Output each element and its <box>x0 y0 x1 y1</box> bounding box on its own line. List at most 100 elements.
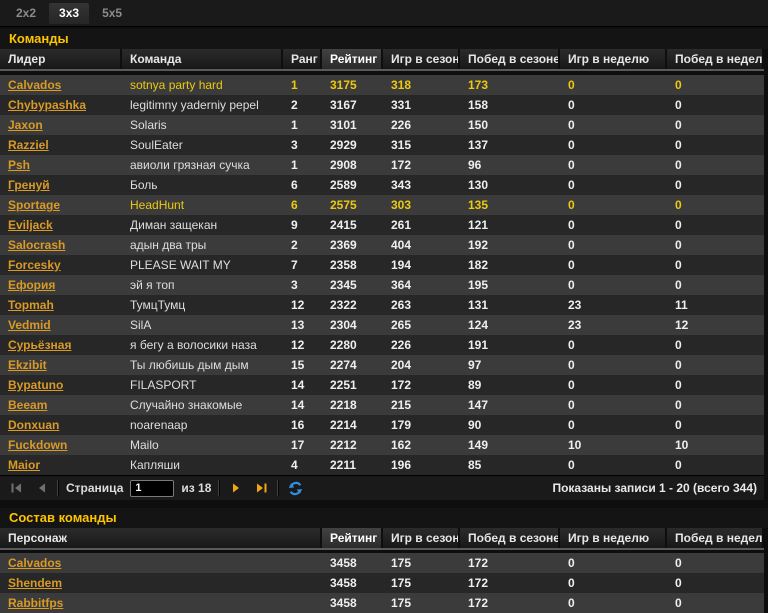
tab-3x3[interactable]: 3x3 <box>49 2 90 24</box>
team-table-row[interactable]: Гренуй Боль 6 2589 343 130 0 0 <box>0 175 764 195</box>
character-link[interactable]: Calvados <box>8 556 61 570</box>
column-header-wins-season[interactable]: Побед в сезоне <box>460 528 560 548</box>
wins-week-value: 0 <box>675 258 682 272</box>
page-number-input[interactable] <box>130 479 175 497</box>
teams-section-title: Команды <box>0 29 768 49</box>
team-name: sotnya party hard <box>130 78 223 92</box>
rating-value: 2304 <box>330 318 357 332</box>
leader-link[interactable]: Forcesky <box>8 258 61 272</box>
last-page-button[interactable] <box>252 479 270 497</box>
team-table-row[interactable]: Ефория эй я топ 3 2345 364 195 0 0 <box>0 275 764 295</box>
wins-season-value: 195 <box>468 278 489 292</box>
team-table-row[interactable]: Eviljack Диман защекан 9 2415 261 121 0 … <box>0 215 764 235</box>
column-header-games-season[interactable]: Игр в сезоне <box>383 528 460 548</box>
last-page-icon <box>256 483 267 493</box>
column-header-leader[interactable]: Лидер <box>0 49 122 69</box>
leader-link[interactable]: Bypatuno <box>8 378 63 392</box>
team-table-row[interactable]: Beeam Случайно знакомые 14 2218 215 147 … <box>0 395 764 415</box>
team-table-row[interactable]: Ekzibit Ты любишь дым дым 15 2274 204 97… <box>0 355 764 375</box>
prev-page-button[interactable] <box>32 479 50 497</box>
leader-link[interactable]: Topmah <box>8 298 54 312</box>
rating-value: 2280 <box>330 338 357 352</box>
rating-value: 2345 <box>330 278 357 292</box>
column-header-character[interactable]: Персонаж <box>0 528 322 548</box>
games-week-value: 0 <box>568 398 575 412</box>
rating-value: 3458 <box>330 596 357 610</box>
column-header-wins-week[interactable]: Побед в неделю <box>667 528 764 548</box>
team-table-row[interactable]: Chybypashka legitimny yaderniy pepel 2 3… <box>0 95 764 115</box>
first-page-button[interactable] <box>7 479 25 497</box>
team-table-row[interactable]: Topmah ТумцТумц 12 2322 263 131 23 11 <box>0 295 764 315</box>
column-header-games-week[interactable]: Игр в неделю <box>560 528 667 548</box>
leader-link[interactable]: Sportage <box>8 198 60 212</box>
team-table-row[interactable]: Jaxon Solaris 1 3101 226 150 0 0 <box>0 115 764 135</box>
rank-value: 12 <box>291 298 305 312</box>
leader-link[interactable]: Razziel <box>8 138 49 152</box>
team-table-row[interactable]: Psh авиоли грязная сучка 1 2908 172 96 0… <box>0 155 764 175</box>
column-header-wins-season[interactable]: Побед в сезоне <box>460 49 560 69</box>
games-week-value: 23 <box>568 298 582 312</box>
wins-week-value: 0 <box>675 556 682 570</box>
leader-link[interactable]: Fuckdown <box>8 438 67 452</box>
column-header-team[interactable]: Команда <box>122 49 283 69</box>
tab-2x2[interactable]: 2x2 <box>6 3 46 24</box>
leader-link[interactable]: Beeam <box>8 398 47 412</box>
leader-link[interactable]: Calvados <box>8 78 61 92</box>
team-name: PLEASE WAIT MY <box>130 258 231 272</box>
team-name: авиоли грязная сучка <box>130 158 250 172</box>
team-name: эй я топ <box>130 278 175 292</box>
wins-season-value: 172 <box>468 556 489 570</box>
games-week-value: 0 <box>568 198 575 212</box>
column-header-rating-sorted[interactable]: Рейтинг▼ <box>322 49 383 69</box>
team-table-row[interactable]: Calvados sotnya party hard 1 3175 318 17… <box>0 75 764 95</box>
leader-link[interactable]: Ефория <box>8 278 55 292</box>
team-table-row[interactable]: Sportage HeadHunt 6 2575 303 135 0 0 <box>0 195 764 215</box>
column-header-games-season[interactable]: Игр в сезоне <box>383 49 460 69</box>
column-header-games-week[interactable]: Игр в неделю <box>560 49 667 69</box>
leader-link[interactable]: Ekzibit <box>8 358 47 372</box>
column-header-rank[interactable]: Ранг <box>283 49 322 69</box>
column-header-rating-sorted[interactable]: Рейтинг▼ <box>322 528 383 548</box>
games-week-value: 0 <box>568 258 575 272</box>
tab-5x5[interactable]: 5x5 <box>92 3 132 24</box>
team-table-row[interactable]: Сурьёзная я бегу а волосики наза 12 2280… <box>0 335 764 355</box>
leader-link[interactable]: Сурьёзная <box>8 338 71 352</box>
refresh-button[interactable] <box>286 479 304 497</box>
team-table-row[interactable]: Maior Капляши 4 2211 196 85 0 0 <box>0 455 764 475</box>
team-table-row[interactable]: Donxuan noarenaap 16 2214 179 90 0 0 <box>0 415 764 435</box>
next-page-button[interactable] <box>227 479 245 497</box>
team-table-row[interactable]: Razziel SoulEater 3 2929 315 137 0 0 <box>0 135 764 155</box>
roster-table-row[interactable]: Rabbitfps 3458 175 172 0 0 <box>0 593 764 613</box>
leader-link[interactable]: Гренуй <box>8 178 50 192</box>
character-link[interactable]: Rabbitfps <box>8 596 63 610</box>
games-season-value: 226 <box>391 118 412 132</box>
column-header-wins-week[interactable]: Побед в неделю <box>667 49 764 69</box>
wins-season-value: 182 <box>468 258 489 272</box>
wins-season-value: 149 <box>468 438 489 452</box>
leader-link[interactable]: Maior <box>8 458 40 472</box>
roster-table-row[interactable]: Shendem 3458 175 172 0 0 <box>0 573 764 593</box>
character-link[interactable]: Shendem <box>8 576 62 590</box>
wins-season-value: 147 <box>468 398 489 412</box>
rating-value: 2251 <box>330 378 357 392</box>
games-season-value: 404 <box>391 238 412 252</box>
wins-season-value: 192 <box>468 238 489 252</box>
team-table-row[interactable]: Forcesky PLEASE WAIT MY 7 2358 194 182 0… <box>0 255 764 275</box>
leader-link[interactable]: Donxuan <box>8 418 59 432</box>
leader-link[interactable]: Chybypashka <box>8 98 86 112</box>
team-table-row[interactable]: Salocrash адын два тры 2 2369 404 192 0 … <box>0 235 764 255</box>
next-page-icon <box>232 483 239 493</box>
leader-link[interactable]: Vedmid <box>8 318 51 332</box>
leader-link[interactable]: Salocrash <box>8 238 65 252</box>
leader-link[interactable]: Psh <box>8 158 30 172</box>
rank-value: 14 <box>291 378 305 392</box>
team-table-row[interactable]: Bypatuno FILASPORT 14 2251 172 89 0 0 <box>0 375 764 395</box>
team-table-row[interactable]: Fuckdown Mailo 17 2212 162 149 10 10 <box>0 435 764 455</box>
leader-link[interactable]: Eviljack <box>8 218 53 232</box>
roster-table-row[interactable]: Calvados 3458 175 172 0 0 <box>0 553 764 573</box>
games-week-value: 0 <box>568 138 575 152</box>
rating-value: 2369 <box>330 238 357 252</box>
leader-link[interactable]: Jaxon <box>8 118 43 132</box>
teams-table-body: Calvados sotnya party hard 1 3175 318 17… <box>0 75 764 475</box>
team-table-row[interactable]: Vedmid SilA 13 2304 265 124 23 12 <box>0 315 764 335</box>
